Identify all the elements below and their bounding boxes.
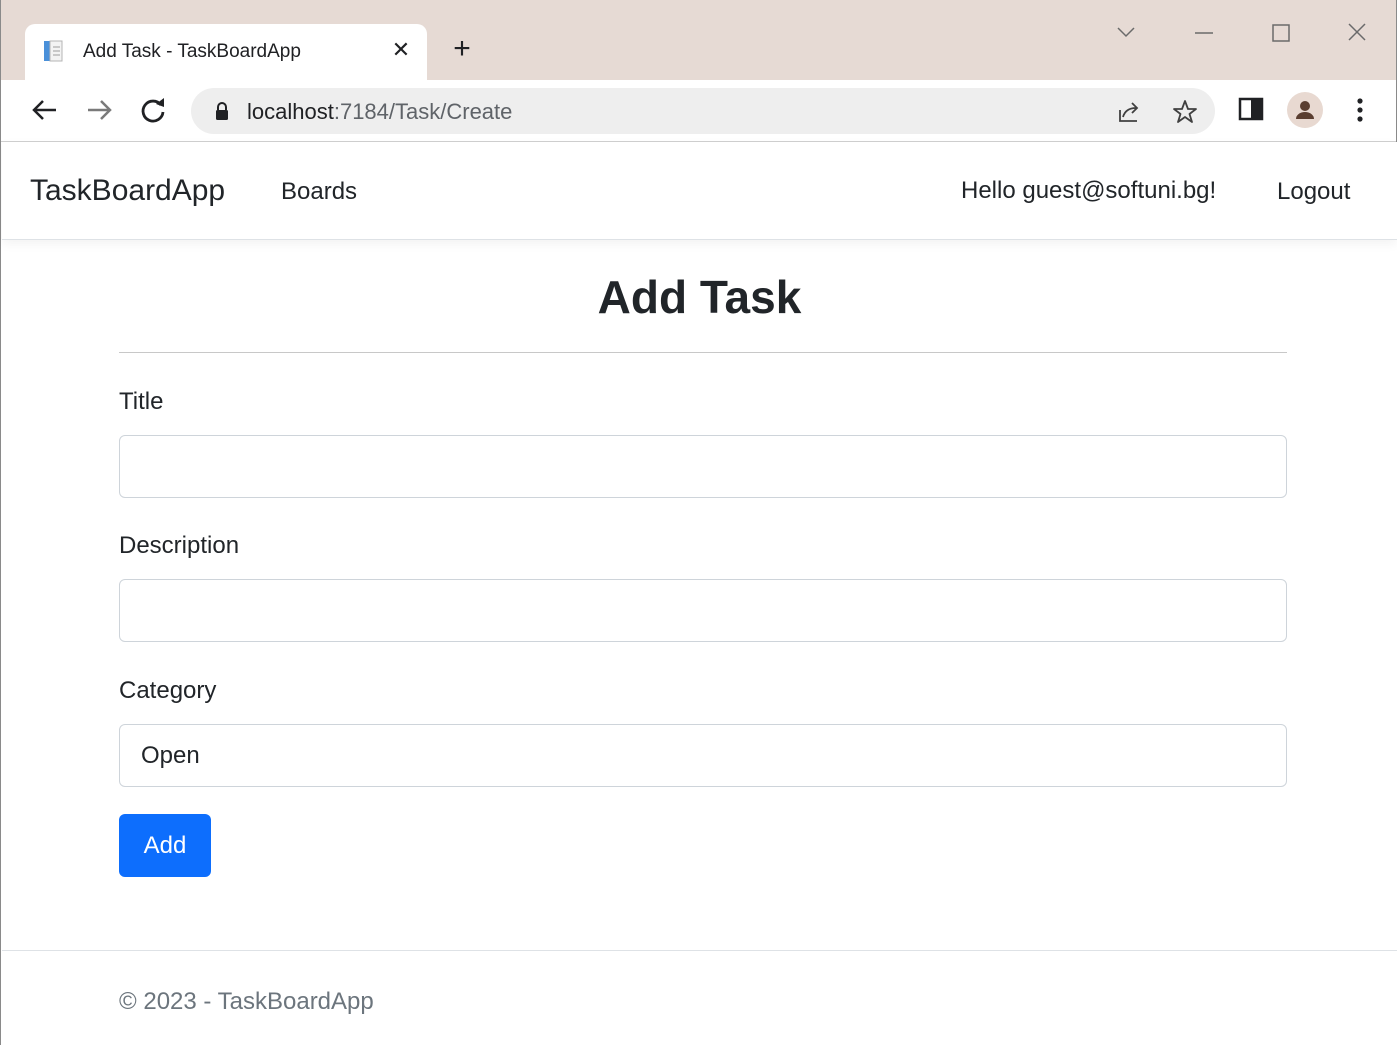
description-input[interactable] <box>119 579 1287 642</box>
document-icon <box>44 40 63 62</box>
reload-icon[interactable] <box>137 94 169 126</box>
minimize-icon[interactable] <box>1184 18 1224 48</box>
browser-window: Add Task - TaskBoardApp ✕ + localhost:71… <box>0 0 1397 1045</box>
profile-avatar[interactable] <box>1287 92 1323 128</box>
side-panel-icon[interactable] <box>1237 95 1265 123</box>
footer-divider <box>2 950 1397 951</box>
person-icon <box>1296 101 1314 119</box>
footer-copyright: © 2023 - TaskBoardApp <box>119 988 374 1015</box>
back-arrow-icon[interactable] <box>29 94 61 126</box>
tab-title: Add Task - TaskBoardApp <box>83 41 301 62</box>
user-greeting[interactable]: Hello guest@softuni.bg! <box>961 177 1216 205</box>
bookmark-star-icon[interactable] <box>1171 98 1199 126</box>
close-icon[interactable]: ✕ <box>389 36 413 64</box>
maximize-icon[interactable] <box>1260 18 1300 48</box>
new-tab-button[interactable]: + <box>447 34 477 64</box>
navbar-brand[interactable]: TaskBoardApp <box>30 174 225 208</box>
url-host: localhost <box>247 99 334 124</box>
category-selected-value: Open <box>141 742 200 769</box>
browser-toolbar: localhost:7184/Task/Create <box>1 80 1396 142</box>
title-input[interactable] <box>119 435 1287 498</box>
window-close-icon[interactable] <box>1337 18 1377 48</box>
category-label: Category <box>119 677 217 704</box>
forward-arrow-icon[interactable] <box>83 94 115 126</box>
kebab-menu-icon[interactable] <box>1346 94 1374 126</box>
page-title: Add Task <box>597 271 802 323</box>
title-label: Title <box>119 388 164 415</box>
browser-titlebar: Add Task - TaskBoardApp ✕ + <box>1 0 1396 80</box>
share-icon[interactable] <box>1115 98 1143 126</box>
divider <box>119 352 1287 353</box>
site-navbar: TaskBoardApp Boards Hello guest@softuni.… <box>2 142 1397 240</box>
address-bar[interactable]: localhost:7184/Task/Create <box>191 88 1215 134</box>
nav-link-boards[interactable]: Boards <box>281 178 357 206</box>
lock-icon[interactable] <box>213 101 231 121</box>
add-button[interactable]: Add <box>119 814 211 877</box>
page-content: TaskBoardApp Boards Hello guest@softuni.… <box>2 142 1397 1045</box>
browser-tab[interactable]: Add Task - TaskBoardApp ✕ <box>25 24 427 80</box>
url-path: :7184/Task/Create <box>333 99 513 124</box>
chevron-down-icon[interactable] <box>1106 18 1146 48</box>
category-select[interactable]: Open <box>119 724 1287 787</box>
url-text[interactable]: localhost:7184/Task/Create <box>247 99 512 125</box>
logout-button[interactable]: Logout <box>1277 178 1350 206</box>
description-label: Description <box>119 532 240 559</box>
